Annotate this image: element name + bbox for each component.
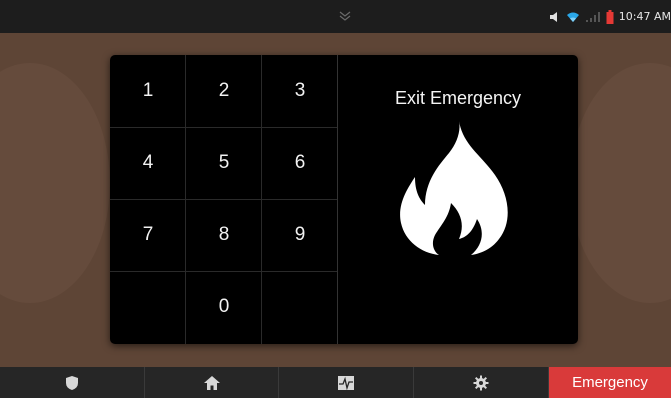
keypad-key-8[interactable]: 8	[186, 199, 262, 271]
keypad-key-1[interactable]: 1	[110, 55, 186, 127]
disarm-keypad-panel: 1 2 3 4 5 6 7 8 9 0 Exit Emergency	[110, 55, 578, 344]
cell-signal-icon	[585, 11, 600, 22]
keypad-key-5[interactable]: 5	[186, 127, 262, 199]
keypad-key-9[interactable]: 9	[262, 199, 338, 271]
keypad-key-blank	[262, 271, 338, 343]
keypad-key-2[interactable]: 2	[186, 55, 262, 127]
shield-icon	[66, 375, 78, 390]
keypad-key-4[interactable]: 4	[110, 127, 186, 199]
keypad-key-blank	[110, 271, 186, 343]
keypad-key-7[interactable]: 7	[110, 199, 186, 271]
nav-activity-button[interactable]	[279, 367, 414, 398]
activity-monitor-icon	[338, 375, 354, 390]
nav-settings-button[interactable]	[414, 367, 549, 398]
status-bar: 10:47 AM	[0, 0, 671, 33]
keypad-key-0[interactable]: 0	[186, 271, 262, 343]
pull-down-handle-icon[interactable]	[338, 10, 352, 22]
nav-home-button[interactable]	[145, 367, 279, 398]
nav-security-button[interactable]	[0, 367, 145, 398]
keypad-key-3[interactable]: 3	[262, 55, 338, 127]
keypad-key-6[interactable]: 6	[262, 127, 338, 199]
nav-emergency-button[interactable]: Emergency	[549, 367, 671, 398]
gear-icon	[473, 375, 489, 390]
wifi-icon	[566, 12, 579, 22]
volume-mute-icon	[549, 11, 557, 22]
fire-icon	[400, 121, 508, 255]
exit-emergency-button[interactable]: Exit Emergency	[338, 55, 578, 344]
bottom-nav: Emergency	[0, 367, 671, 398]
battery-low-icon	[606, 9, 614, 24]
exit-emergency-label: Exit Emergency	[394, 88, 522, 108]
emergency-label: Emergency	[572, 374, 648, 391]
home-icon	[203, 375, 220, 390]
status-clock: 10:47 AM	[618, 10, 671, 23]
